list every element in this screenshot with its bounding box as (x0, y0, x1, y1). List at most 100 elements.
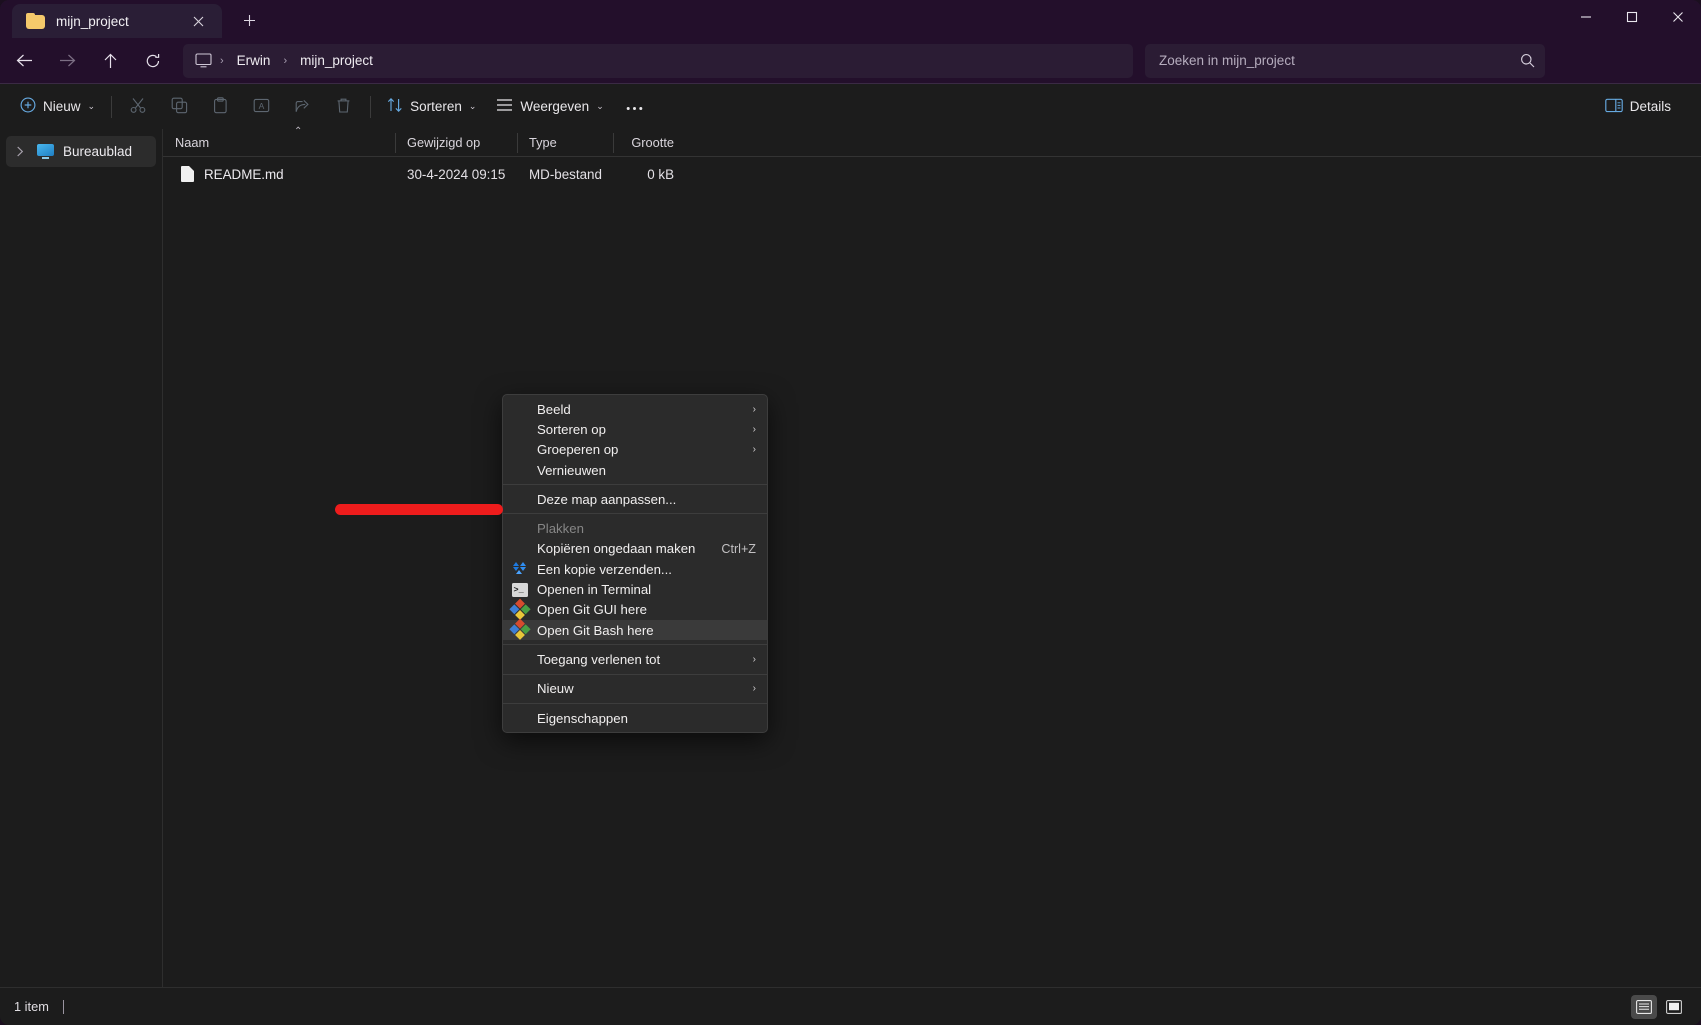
search-icon[interactable] (1520, 53, 1535, 68)
trash-icon (335, 97, 352, 117)
context-menu-item-toegang-verlenen-tot[interactable]: Toegang verlenen tot › (503, 649, 767, 669)
column-header-name[interactable]: Naam ⌃ (163, 126, 395, 156)
tab-strip: mijn_project (0, 0, 264, 38)
context-menu-item-groeperen-op[interactable]: Groeperen op › (503, 440, 767, 460)
context-menu[interactable]: Beeld › Sorteren op › Groeperen op › Ver… (502, 394, 768, 734)
submenu-arrow-icon: › (752, 444, 756, 456)
status-divider (62, 999, 64, 1014)
close-button[interactable] (1655, 0, 1701, 34)
context-menu-item-label: Openen in Terminal (537, 582, 652, 598)
context-menu-separator (503, 513, 767, 515)
context-menu-separator (503, 673, 767, 675)
delete-button[interactable] (323, 90, 364, 123)
details-pane-label: Details (1629, 99, 1671, 114)
close-tab-icon[interactable] (184, 8, 212, 34)
file-explorer-window: mijn_project › Erwin › mijn_project Zoek… (0, 0, 1701, 1025)
more-options-button[interactable] (614, 90, 655, 123)
search-input[interactable] (1159, 53, 1520, 68)
plus-circle-icon (20, 97, 36, 116)
git-icon (503, 598, 537, 620)
context-menu-item-label: Sorteren op (537, 421, 606, 437)
context-menu-item-vernieuwen[interactable]: Vernieuwen (503, 460, 767, 480)
copy-button[interactable] (159, 90, 200, 123)
folder-icon (26, 13, 45, 29)
rename-button[interactable]: A (241, 90, 282, 123)
context-menu-item-label: Vernieuwen (537, 462, 606, 478)
file-type-cell: MD-bestand (529, 166, 602, 182)
context-menu-item-open-git-bash-here[interactable]: Open Git Bash here (503, 618, 767, 641)
toolbar-divider-2 (370, 95, 372, 118)
context-menu-item-beeld[interactable]: Beeld › (503, 399, 767, 419)
file-name-cell: README.md (163, 166, 395, 182)
rename-icon: A (253, 97, 270, 117)
item-count-label: 1 item (14, 999, 49, 1014)
copy-icon (171, 97, 188, 117)
back-button[interactable] (5, 44, 43, 78)
search-box[interactable] (1145, 43, 1545, 78)
dropbox-icon (503, 562, 537, 576)
context-menu-item-eigenschappen[interactable]: Eigenschappen (503, 708, 767, 728)
forward-button[interactable] (48, 44, 86, 78)
minimize-button[interactable] (1563, 0, 1609, 34)
details-view-button[interactable] (1631, 994, 1657, 1019)
column-header-size[interactable]: Grootte (613, 129, 688, 156)
share-icon (294, 97, 311, 117)
new-tab-button[interactable] (234, 5, 264, 35)
context-menu-item-nieuw[interactable]: Nieuw › (503, 679, 767, 699)
view-button[interactable]: Weergeven ⌄ (486, 90, 613, 123)
view-button-label: Weergeven (520, 99, 590, 114)
share-button[interactable] (282, 90, 323, 123)
up-button[interactable] (91, 44, 129, 78)
large-icons-view-button[interactable] (1661, 995, 1687, 1019)
monitor-icon (37, 144, 54, 159)
paste-button[interactable] (200, 90, 241, 123)
git-icon (503, 618, 537, 640)
context-menu-item-shortcut: Ctrl+Z (721, 541, 756, 556)
refresh-button[interactable] (134, 44, 172, 78)
context-menu-item-label: Toegang verlenen tot (537, 651, 661, 667)
context-menu-item-label: Een kopie verzenden... (537, 561, 672, 577)
breadcrumb[interactable]: › Erwin › mijn_project (183, 43, 1133, 78)
svg-text:A: A (259, 101, 265, 111)
new-button[interactable]: Nieuw ⌄ (10, 90, 105, 123)
context-menu-item-label: Plakken (537, 521, 584, 537)
context-menu-item-open-git-gui-here[interactable]: Open Git GUI here (503, 598, 767, 620)
chevron-down-icon: ⌄ (596, 101, 604, 111)
navigation-pane: Bureaublad (0, 129, 163, 987)
table-row[interactable]: README.md 30-4-2024 09:15 MD-bestand 0 k… (163, 159, 1701, 189)
file-list-pane[interactable]: Naam ⌃ Gewijzigd op Type Grootte README.… (163, 126, 1701, 987)
context-menu-separator (503, 484, 767, 486)
column-header-type[interactable]: Type (517, 129, 613, 156)
breadcrumb-item-erwin[interactable]: Erwin (230, 50, 278, 71)
breadcrumb-separator-2: › (283, 54, 288, 67)
column-header-modified[interactable]: Gewijzigd op (395, 129, 517, 156)
sidebar-item-bureaublad[interactable]: Bureaublad (6, 136, 156, 167)
this-pc-icon[interactable] (195, 52, 214, 69)
cut-button[interactable] (118, 90, 159, 123)
tab-mijn-project[interactable]: mijn_project (12, 4, 222, 38)
context-menu-item-label: Groeperen op (537, 442, 619, 458)
context-menu-item-deze-map-aanpassen[interactable]: Deze map aanpassen... (503, 489, 767, 509)
context-menu-item-kopieren-ongedaan-maken[interactable]: Kopiëren ongedaan maken Ctrl+Z (503, 539, 767, 559)
terminal-icon: >_ (503, 582, 537, 597)
new-button-label: Nieuw (43, 99, 81, 114)
submenu-arrow-icon: › (752, 403, 756, 415)
view-toggle-group (1631, 994, 1687, 1019)
chevron-right-icon[interactable] (12, 146, 28, 157)
details-pane-button[interactable]: Details (1595, 90, 1681, 123)
context-menu-item-label: Open Git Bash here (537, 622, 654, 638)
context-menu-item-openen-in-terminal[interactable]: >_ Openen in Terminal (503, 579, 767, 599)
file-name-label: README.md (204, 166, 284, 182)
list-lines-icon (496, 98, 513, 115)
address-bar-row: › Erwin › mijn_project (0, 38, 1701, 83)
context-menu-item-een-kopie-verzenden[interactable]: Een kopie verzenden... (503, 559, 767, 579)
maximize-button[interactable] (1609, 0, 1655, 34)
sort-button[interactable]: Sorteren ⌄ (377, 90, 486, 123)
chevron-down-icon: ⌄ (468, 101, 477, 111)
breadcrumb-item-mijn-project[interactable]: mijn_project (293, 50, 380, 71)
context-menu-item-label: Open Git GUI here (537, 602, 647, 618)
tab-label: mijn_project (56, 13, 129, 29)
ellipsis-icon (626, 99, 643, 114)
paste-icon (212, 96, 229, 117)
context-menu-item-sorteren-op[interactable]: Sorteren op › (503, 419, 767, 439)
